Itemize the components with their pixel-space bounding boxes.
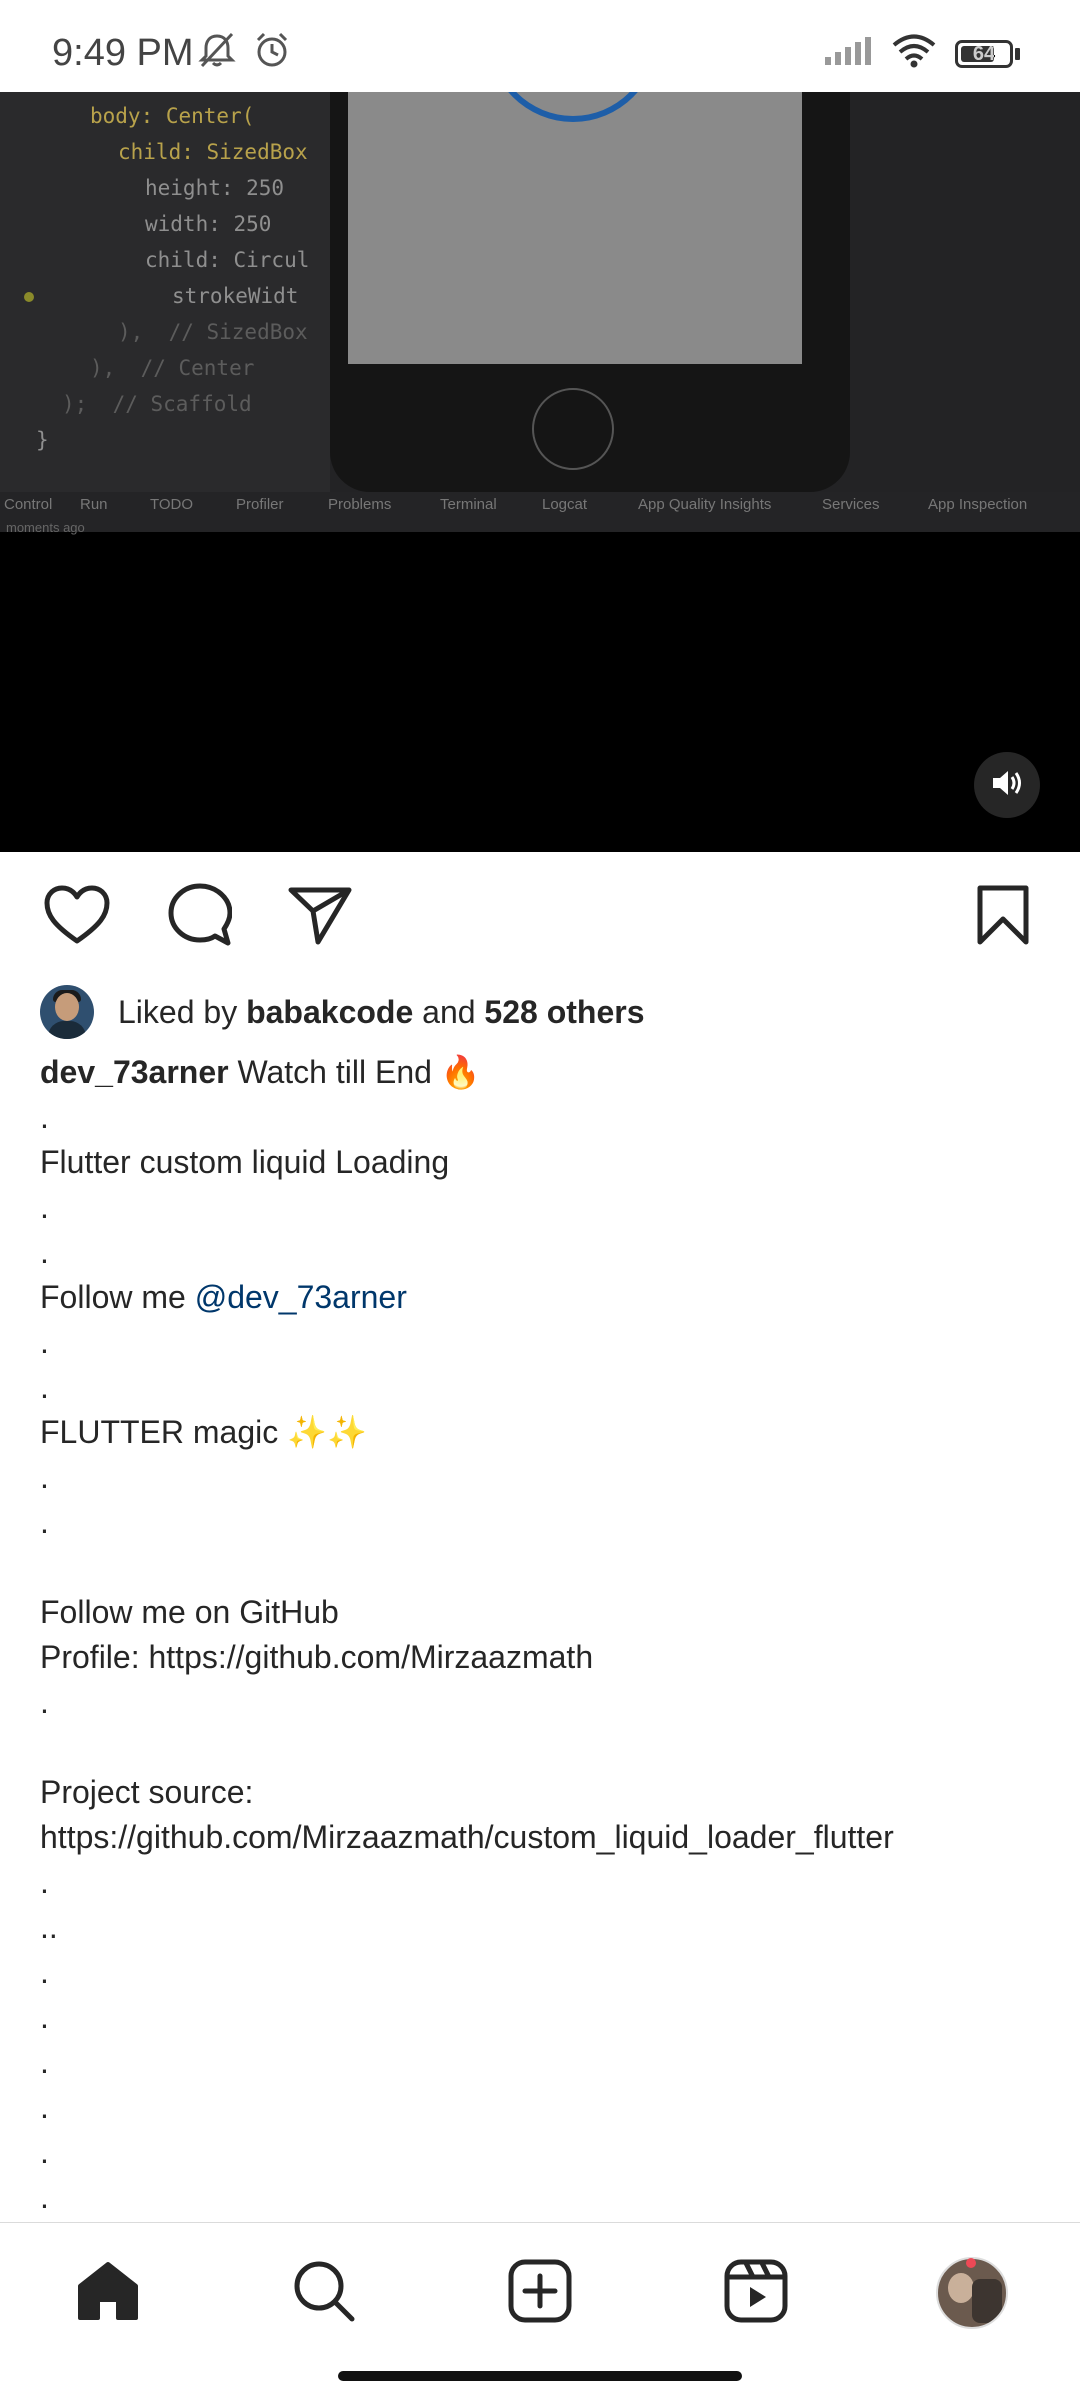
code-line: width: 250 bbox=[145, 212, 272, 236]
code-line: child: SizedBox bbox=[118, 140, 308, 164]
caption-line: . bbox=[40, 1504, 49, 1540]
mute-bell-icon bbox=[196, 30, 238, 75]
ide-status-text: moments ago bbox=[6, 520, 85, 535]
ide-tab: Profiler bbox=[236, 496, 284, 513]
home-icon bbox=[76, 2260, 140, 2327]
caption-line: . bbox=[40, 2179, 49, 2215]
caption-follow-line: Follow me @dev_73arner bbox=[40, 1275, 1040, 1320]
caption-line: . bbox=[40, 2089, 49, 2125]
caption-line: Project source: bbox=[40, 1774, 254, 1810]
code-line: body: Center( bbox=[90, 104, 255, 128]
caption-line: . bbox=[40, 1324, 49, 1360]
ide-tab: App Inspection bbox=[928, 496, 1028, 513]
code-line: child: Circul bbox=[145, 248, 310, 272]
post-video[interactable]: body: Center( child: SizedBox height: 25… bbox=[0, 92, 1080, 852]
code-line: ), // SizedBox bbox=[118, 320, 308, 344]
caption-line: . bbox=[40, 1234, 49, 1270]
signal-icon bbox=[823, 35, 873, 72]
wifi-icon bbox=[891, 34, 937, 73]
code-line: strokeWidt bbox=[172, 284, 299, 308]
post-action-bar bbox=[0, 852, 1080, 982]
emulator-screen bbox=[348, 92, 802, 364]
caption-first-line: dev_73arner Watch till End 🔥 bbox=[40, 1050, 1040, 1095]
code-line: ); // Scaffold bbox=[62, 392, 252, 416]
code-line: } bbox=[36, 428, 49, 452]
status-time: 9:49 PM bbox=[52, 32, 194, 74]
emulator-home-button bbox=[532, 388, 614, 470]
caption-line: Profile: https://github.com/Mirzaazmath bbox=[40, 1639, 594, 1675]
ide-tool-tabs: Control Run TODO Profiler Problems Termi… bbox=[0, 492, 1080, 532]
comment-icon bbox=[168, 883, 233, 952]
likes-middle: and bbox=[413, 993, 485, 1030]
caption-line: .. bbox=[40, 1909, 58, 1945]
caption-line: . bbox=[40, 1189, 49, 1225]
bookmark-icon bbox=[976, 885, 1030, 950]
caption-line: . bbox=[40, 1369, 49, 1405]
code-line: ), // Center bbox=[90, 356, 255, 380]
caption-line: . bbox=[40, 1099, 49, 1135]
caption-line: . bbox=[40, 1459, 49, 1495]
caption-line: https://github.com/Mirzaazmath/custom_li… bbox=[40, 1819, 894, 1855]
nav-reels[interactable] bbox=[716, 2253, 796, 2333]
profile-notification-dot bbox=[966, 2258, 976, 2268]
caption-username[interactable]: dev_73arner bbox=[40, 1054, 229, 1090]
liker-username[interactable]: babakcode bbox=[246, 994, 413, 1031]
caption-line: . bbox=[40, 1999, 49, 2035]
phone-emulator bbox=[330, 92, 850, 492]
mute-toggle-button[interactable] bbox=[974, 752, 1040, 818]
share-button[interactable] bbox=[285, 882, 355, 952]
create-post-icon bbox=[508, 2259, 572, 2328]
nav-home[interactable] bbox=[68, 2253, 148, 2333]
caption-line bbox=[40, 1725, 1040, 1770]
nav-create[interactable] bbox=[500, 2253, 580, 2333]
likes-prefix: Liked by bbox=[118, 993, 247, 1030]
ide-tab: Logcat bbox=[542, 496, 588, 513]
ide-tab: Services bbox=[822, 496, 880, 513]
heart-icon bbox=[44, 885, 110, 950]
search-icon bbox=[292, 2259, 356, 2328]
caption-line: . bbox=[40, 1864, 49, 1900]
post-caption: dev_73arner Watch till End 🔥 . Flutter c… bbox=[40, 1050, 1040, 2220]
ide-tab: TODO bbox=[150, 496, 194, 513]
reels-icon bbox=[724, 2259, 788, 2328]
status-bar: 9:49 PM 64 bbox=[0, 0, 1080, 92]
nav-search[interactable] bbox=[284, 2253, 364, 2333]
mention-link[interactable]: @dev_73arner bbox=[195, 1279, 407, 1315]
ide-tab: Terminal bbox=[440, 496, 497, 513]
ide-tab: App Quality Insights bbox=[638, 496, 772, 513]
ide-screenshot: body: Center( child: SizedBox height: 25… bbox=[0, 92, 1080, 535]
comment-button[interactable] bbox=[165, 882, 235, 952]
caption-line: Follow me bbox=[40, 1279, 195, 1315]
save-button[interactable] bbox=[968, 882, 1038, 952]
battery-icon: 64 bbox=[955, 39, 1020, 68]
caption-line bbox=[40, 1545, 1040, 1590]
code-line: height: 250 bbox=[145, 176, 285, 200]
likes-count[interactable]: 528 others bbox=[484, 994, 644, 1031]
caption-line: FLUTTER magic ✨✨ bbox=[40, 1414, 367, 1450]
alarm-icon bbox=[252, 30, 292, 75]
caption-line: . bbox=[40, 1954, 49, 1990]
code-panel: body: Center( child: SizedBox height: 25… bbox=[0, 92, 330, 492]
caption-line: Follow me on GitHub bbox=[40, 1594, 339, 1630]
home-indicator[interactable] bbox=[338, 2371, 742, 2381]
battery-level: 64 bbox=[972, 42, 996, 65]
ide-tab: Control bbox=[4, 496, 53, 513]
ide-tab: Problems bbox=[328, 496, 392, 513]
liker-avatar[interactable] bbox=[40, 985, 94, 1039]
caption-line: . bbox=[40, 1684, 49, 1720]
likes-summary[interactable]: Liked by babakcode and 528 others bbox=[40, 982, 645, 1042]
lightbulb-icon bbox=[24, 292, 34, 302]
caption-line: . bbox=[40, 2044, 49, 2080]
ide-tab: Run bbox=[80, 496, 108, 513]
loader-arc bbox=[488, 92, 658, 122]
speaker-volume-icon bbox=[990, 768, 1024, 803]
share-icon bbox=[288, 885, 352, 950]
caption-line: . bbox=[40, 2134, 49, 2170]
like-button[interactable] bbox=[42, 882, 112, 952]
caption-text: Watch till End 🔥 bbox=[228, 1054, 481, 1090]
caption-line: Flutter custom liquid Loading bbox=[40, 1144, 450, 1180]
